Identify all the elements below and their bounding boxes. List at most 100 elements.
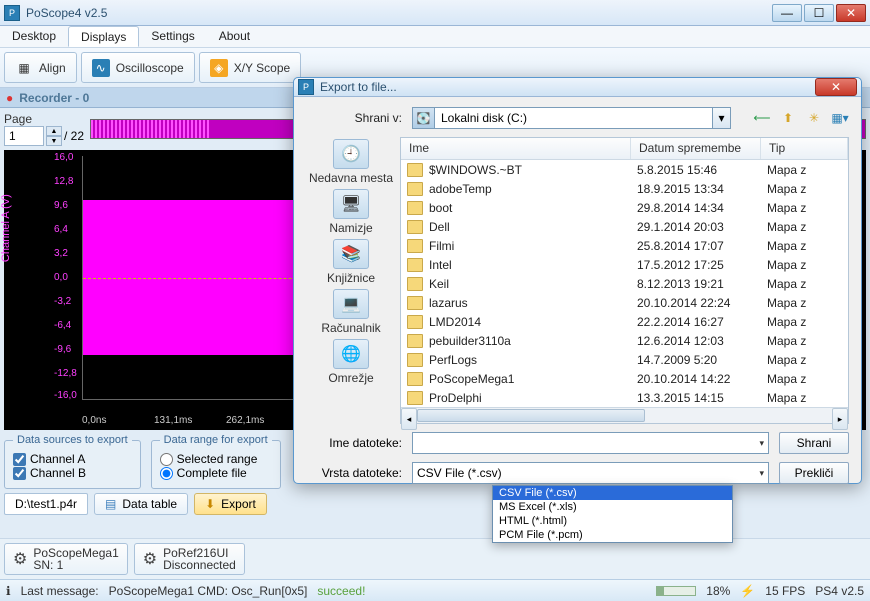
chevron-down-icon[interactable]: ▾ <box>713 107 731 129</box>
menu-about[interactable]: About <box>207 26 262 47</box>
minimize-button[interactable]: — <box>772 4 802 22</box>
status-result: succeed! <box>317 584 365 598</box>
y-tick: -9,6 <box>54 344 71 355</box>
scroll-right-button[interactable]: ▸ <box>832 408 848 430</box>
filetype-label: Vrsta datoteke: <box>306 466 402 480</box>
y-tick: 16,0 <box>54 152 73 163</box>
export-button[interactable]: ⬇Export <box>194 493 267 515</box>
scroll-track[interactable] <box>417 408 832 423</box>
list-item[interactable]: lazarus20.10.2014 22:24Mapa z <box>401 293 848 312</box>
folder-icon <box>407 296 423 310</box>
maximize-button[interactable]: ☐ <box>804 4 834 22</box>
oscilloscope-button[interactable]: ∿ Oscilloscope <box>81 52 195 83</box>
channel-b-checkbox[interactable]: Channel B <box>13 466 132 480</box>
folder-icon <box>407 258 423 272</box>
dialog-icon: P <box>298 79 314 95</box>
filename-display[interactable]: D:\test1.p4r <box>4 493 88 515</box>
page-input[interactable] <box>4 126 44 146</box>
list-item[interactable]: ProDelphi13.3.2015 14:15Mapa z <box>401 388 848 407</box>
filetype-option[interactable]: CSV File (*.csv) <box>493 486 732 500</box>
up-icon[interactable]: ⬆ <box>779 109 797 127</box>
device-1[interactable]: ⚙ PoScopeMega1SN: 1 <box>4 543 128 575</box>
filetype-combo[interactable]: CSV File (*.csv)▾ <box>412 462 769 484</box>
status-pct: 18% <box>706 584 730 598</box>
place-computer[interactable]: 💻Računalnik <box>321 289 380 335</box>
scroll-thumb[interactable] <box>417 409 645 422</box>
file-name: Filmi <box>429 239 637 253</box>
close-button[interactable]: ✕ <box>836 4 866 22</box>
list-item[interactable]: PerfLogs14.7.2009 5:20Mapa z <box>401 350 848 369</box>
new-folder-icon[interactable]: ✳ <box>805 109 823 127</box>
y-tick: 12,8 <box>54 176 73 187</box>
data-range-box: Data range for export Selected range Com… <box>151 434 281 489</box>
dr-legend: Data range for export <box>160 434 272 446</box>
bolt-icon: ⚡ <box>740 584 755 598</box>
folder-icon <box>407 163 423 177</box>
back-icon[interactable]: ⟵ <box>753 109 771 127</box>
menu-displays[interactable]: Displays <box>68 26 139 47</box>
list-item[interactable]: Intel17.5.2012 17:25Mapa z <box>401 255 848 274</box>
libraries-icon: 📚 <box>333 239 369 269</box>
selected-range-radio[interactable]: Selected range <box>160 452 272 466</box>
page-spinner[interactable]: ▲▼ <box>46 126 62 146</box>
window-title: PoScope4 v2.5 <box>26 6 772 20</box>
list-item[interactable]: Keil8.12.2013 19:21Mapa z <box>401 274 848 293</box>
list-item[interactable]: LMD201422.2.2014 16:27Mapa z <box>401 312 848 331</box>
complete-file-radio[interactable]: Complete file <box>160 466 272 480</box>
file-date: 12.6.2014 12:03 <box>637 334 767 348</box>
place-desktop[interactable]: 🖥Namizje <box>329 189 372 235</box>
save-button[interactable]: Shrani <box>779 432 849 454</box>
savein-combo[interactable]: 💽 Lokalni disk (C:) ▾ <box>412 107 731 129</box>
oscilloscope-icon: ∿ <box>92 59 110 77</box>
file-listview[interactable]: Ime Datum spremembe Tip $WINDOWS.~BT5.8.… <box>400 137 849 424</box>
filename-combo[interactable]: ▾ <box>412 432 769 454</box>
align-button[interactable]: ▦ Align <box>4 52 77 83</box>
chevron-down-icon[interactable]: ▾ <box>759 438 764 449</box>
file-date: 20.10.2014 22:24 <box>637 296 767 310</box>
file-type: Mapa z <box>767 220 848 234</box>
scroll-left-button[interactable]: ◂ <box>401 408 417 430</box>
col-type[interactable]: Tip <box>761 138 848 159</box>
chevron-down-icon[interactable]: ▾ <box>759 468 764 479</box>
data-table-button[interactable]: ▤Data table <box>94 493 188 515</box>
filetype-option[interactable]: HTML (*.html) <box>493 514 732 528</box>
xyscope-button[interactable]: ◈ X/Y Scope <box>199 52 301 83</box>
file-name: pebuilder3110a <box>429 334 637 348</box>
view-menu-icon[interactable]: ▦▾ <box>831 109 849 127</box>
export-dialog: P Export to file... ✕ Shrani v: 💽 Lokaln… <box>293 77 862 484</box>
filetype-option[interactable]: PCM File (*.pcm) <box>493 528 732 542</box>
filetype-dropdown[interactable]: CSV File (*.csv) MS Excel (*.xls) HTML (… <box>492 485 733 543</box>
filename-row: Ime datoteke: ▾ Shrani <box>306 432 849 454</box>
channel-a-checkbox[interactable]: Channel A <box>13 452 132 466</box>
place-libraries[interactable]: 📚Knjižnice <box>327 239 375 285</box>
y-tick: 6,4 <box>54 224 68 235</box>
list-item[interactable]: Dell29.1.2014 20:03Mapa z <box>401 217 848 236</box>
device-2[interactable]: ⚙ PoRef216UIDisconnected <box>134 543 245 575</box>
status-msg: PoScopeMega1 CMD: Osc_Run[0x5] <box>109 584 308 598</box>
filetype-option[interactable]: MS Excel (*.xls) <box>493 500 732 514</box>
file-name: $WINDOWS.~BT <box>429 163 637 177</box>
file-type: Mapa z <box>767 296 848 310</box>
dialog-close-button[interactable]: ✕ <box>815 78 857 96</box>
file-type: Mapa z <box>767 239 848 253</box>
list-item[interactable]: pebuilder3110a12.6.2014 12:03Mapa z <box>401 331 848 350</box>
cancel-button[interactable]: Prekliči <box>779 462 849 484</box>
horizontal-scrollbar[interactable]: ◂ ▸ <box>401 407 848 423</box>
menu-settings[interactable]: Settings <box>139 26 206 47</box>
menu-desktop[interactable]: Desktop <box>0 26 68 47</box>
device-row: ⚙ PoScopeMega1SN: 1 ⚙ PoRef216UIDisconne… <box>0 538 870 579</box>
status-bar: ℹ Last message: PoScopeMega1 CMD: Osc_Ru… <box>0 579 870 601</box>
list-item[interactable]: boot29.8.2014 14:34Mapa z <box>401 198 848 217</box>
list-header[interactable]: Ime Datum spremembe Tip <box>401 138 848 160</box>
file-type: Mapa z <box>767 315 848 329</box>
list-item[interactable]: Filmi25.8.2014 17:07Mapa z <box>401 236 848 255</box>
list-item[interactable]: $WINDOWS.~BT5.8.2015 15:46Mapa z <box>401 160 848 179</box>
col-date[interactable]: Datum spremembe <box>631 138 761 159</box>
list-item[interactable]: adobeTemp18.9.2015 13:34Mapa z <box>401 179 848 198</box>
place-recent[interactable]: 🕘Nedavna mesta <box>309 139 393 185</box>
gear-icon: ⚙ <box>143 549 157 569</box>
place-network[interactable]: 🌐Omrežje <box>328 339 373 385</box>
list-item[interactable]: PoScopeMega120.10.2014 14:22Mapa z <box>401 369 848 388</box>
col-name[interactable]: Ime <box>401 138 631 159</box>
places-bar: 🕘Nedavna mesta 🖥Namizje 📚Knjižnice 💻Raču… <box>306 137 396 424</box>
